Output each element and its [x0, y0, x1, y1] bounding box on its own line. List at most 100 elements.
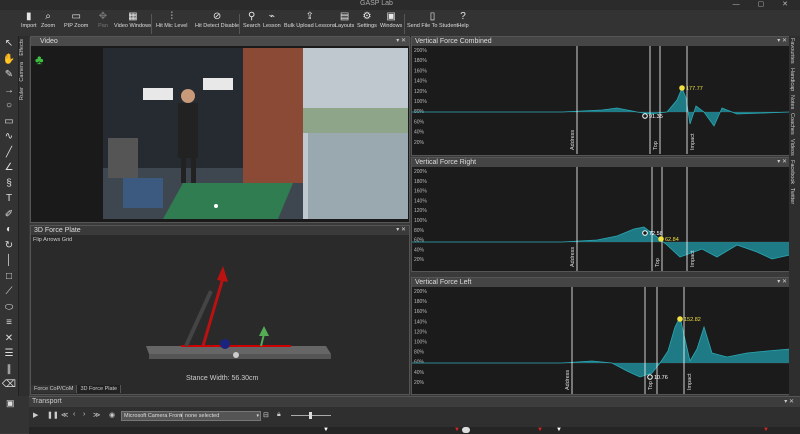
- record-icon[interactable]: ◉: [109, 411, 115, 419]
- pen-icon[interactable]: ✐: [0, 207, 18, 223]
- force-plate-3d-view[interactable]: [31, 246, 409, 376]
- lesson-button[interactable]: ⌁ Lesson: [263, 11, 281, 29]
- value-point[interactable]: [642, 230, 648, 236]
- panel-controls[interactable]: ▾ ✕: [784, 397, 794, 407]
- help-button[interactable]: ? Help: [457, 11, 469, 29]
- pan-button[interactable]: ✥ Pan: [97, 11, 109, 29]
- speed-slider-thumb[interactable]: [309, 412, 312, 419]
- send-file-button[interactable]: ▯ Send File To Student: [407, 11, 458, 29]
- rectangle-icon[interactable]: ▭: [0, 114, 18, 130]
- freehand-icon[interactable]: ✎: [0, 67, 18, 83]
- vertical-line-icon[interactable]: │: [0, 253, 18, 269]
- force-chart[interactable]: 200%180%160%140%120%100%80%60%40%20% Addr…: [412, 46, 790, 154]
- windows-button[interactable]: ▣ Windows: [380, 11, 402, 29]
- panel-controls[interactable]: ▾ ✕: [777, 158, 787, 167]
- panel-controls[interactable]: ▾ ✕: [396, 226, 406, 235]
- value-point[interactable]: [677, 316, 683, 322]
- grid-lines-icon[interactable]: ≡: [0, 315, 18, 331]
- force-chart[interactable]: 200%180%160%140%120%100%80%60%40%20% Addr…: [412, 287, 790, 394]
- fast-forward-icon[interactable]: ≫: [93, 411, 100, 419]
- transport-title: Transport: [32, 398, 62, 405]
- diagonal-icon[interactable]: ⟋: [0, 284, 18, 300]
- curve-icon[interactable]: ∿: [0, 129, 18, 145]
- tab-force-cop-com[interactable]: Force CoP/CoM: [31, 385, 78, 393]
- lock-icon[interactable]: ⊟: [263, 411, 269, 419]
- text-icon[interactable]: T: [0, 191, 18, 207]
- value-point[interactable]: [642, 113, 648, 119]
- ellipse-icon[interactable]: ⬭: [0, 300, 18, 316]
- camera-select[interactable]: Microsoft Camera Front▾: [121, 411, 185, 421]
- step-forward-icon[interactable]: ›: [83, 411, 85, 418]
- timeline-playhead[interactable]: [462, 427, 470, 433]
- tab-notes[interactable]: Notes: [789, 93, 795, 111]
- tab-facebook[interactable]: Facebook: [789, 158, 795, 186]
- value-point[interactable]: [679, 85, 685, 91]
- move-icon[interactable]: ✋: [0, 52, 18, 68]
- rotate-icon[interactable]: ↻: [0, 238, 18, 254]
- tab-effects[interactable]: Effects: [19, 36, 25, 59]
- tab-ruler[interactable]: Ruler: [19, 84, 25, 103]
- send-file-icon: ▯: [429, 11, 436, 22]
- hit-mic-level-button[interactable]: ⫶ Hit Mic Level: [156, 11, 187, 29]
- value-point[interactable]: [658, 236, 664, 242]
- timeline-marker[interactable]: ▼: [556, 427, 562, 433]
- lines-icon[interactable]: ☰: [0, 346, 18, 362]
- none-selected-select[interactable]: none selected ▾: [182, 411, 261, 421]
- timeline-marker[interactable]: ▼: [454, 427, 460, 433]
- zoom-button[interactable]: ⌕ Zoom: [41, 11, 55, 29]
- pause-icon[interactable]: ❚❚: [47, 411, 59, 419]
- window-controls[interactable]: — ▢ ✕: [733, 0, 796, 8]
- line-icon[interactable]: ╱: [0, 145, 18, 161]
- swing-video-frame[interactable]: [103, 48, 408, 219]
- step-back-icon[interactable]: ‹: [73, 411, 75, 418]
- speed-slider[interactable]: [291, 412, 331, 419]
- green-figure-icon[interactable]: ♣: [35, 53, 49, 67]
- rewind-icon[interactable]: ≪: [61, 411, 68, 419]
- tab-coaches[interactable]: Coaches: [789, 111, 795, 137]
- search-button[interactable]: ⚲ Search: [243, 11, 260, 29]
- tab-videos[interactable]: Videos: [789, 137, 795, 158]
- hit-detect-disable-button[interactable]: ⊘ Hit Detect Disable: [195, 11, 239, 29]
- timeline-marker[interactable]: ▼: [323, 427, 329, 433]
- force-plate-options[interactable]: Flip Arrows Grid: [33, 237, 72, 243]
- save-icon[interactable]: ▣: [0, 396, 29, 411]
- tab-favourites[interactable]: Favourites: [789, 36, 795, 66]
- settings-button[interactable]: ⚙ Settings: [357, 11, 377, 29]
- panel-controls[interactable]: ▾ ✕: [777, 37, 787, 46]
- y-tick-label: 180%: [414, 299, 427, 305]
- cross-icon[interactable]: ✕: [0, 331, 18, 347]
- spiral-icon[interactable]: §: [0, 176, 18, 192]
- value-point[interactable]: [647, 374, 653, 380]
- mic-level-icon: ⫶: [170, 11, 173, 22]
- force-chart[interactable]: 200%180%160%140%120%100%80%60%40%20% Addr…: [412, 167, 790, 271]
- pointer-icon[interactable]: ↖: [0, 36, 18, 52]
- square-icon[interactable]: □: [0, 269, 18, 285]
- video-windows-button[interactable]: ▦ Video Windows: [114, 11, 152, 29]
- pip-zoom-button[interactable]: ▭ PIP Zoom: [64, 11, 88, 29]
- bulk-upload-lessons-button[interactable]: ⇪ Bulk Upload Lessons: [284, 11, 336, 29]
- timeline-marker[interactable]: ▼: [537, 427, 543, 433]
- bulk-upload-icon: ⇪: [305, 11, 315, 22]
- arrow-icon[interactable]: →: [0, 83, 18, 99]
- layouts-button[interactable]: ▤ Layouts: [335, 11, 354, 29]
- timeline-marker[interactable]: ▼: [763, 427, 769, 433]
- unlock-icon[interactable]: 🔒︎: [277, 411, 281, 419]
- tab-camera[interactable]: Camera: [19, 59, 25, 85]
- y-tick-label: 100%: [414, 99, 427, 105]
- tab-handicap[interactable]: Handicap: [789, 66, 795, 93]
- y-tick-label: 40%: [414, 247, 425, 253]
- play-icon[interactable]: ▶: [33, 411, 38, 419]
- parallel-icon[interactable]: ∥: [0, 362, 18, 378]
- tab-twitter[interactable]: Twitter: [789, 186, 795, 206]
- angle-icon[interactable]: ∠: [0, 160, 18, 176]
- value-label: 72.58: [649, 231, 663, 237]
- circle-icon[interactable]: ○: [0, 98, 18, 114]
- panel-controls[interactable]: ▾ ✕: [777, 278, 787, 287]
- import-button[interactable]: ▮ Import: [21, 11, 37, 29]
- eraser-icon[interactable]: ⌫: [0, 377, 18, 393]
- panel-controls[interactable]: ▾ ✕: [396, 37, 406, 46]
- tab-3d-force-plate[interactable]: 3D Force Plate: [77, 385, 122, 393]
- video-panel: Video ▾ ✕ ♣: [30, 36, 410, 223]
- spotlight-icon[interactable]: ◐: [0, 222, 18, 238]
- phase-label: Address: [565, 370, 571, 390]
